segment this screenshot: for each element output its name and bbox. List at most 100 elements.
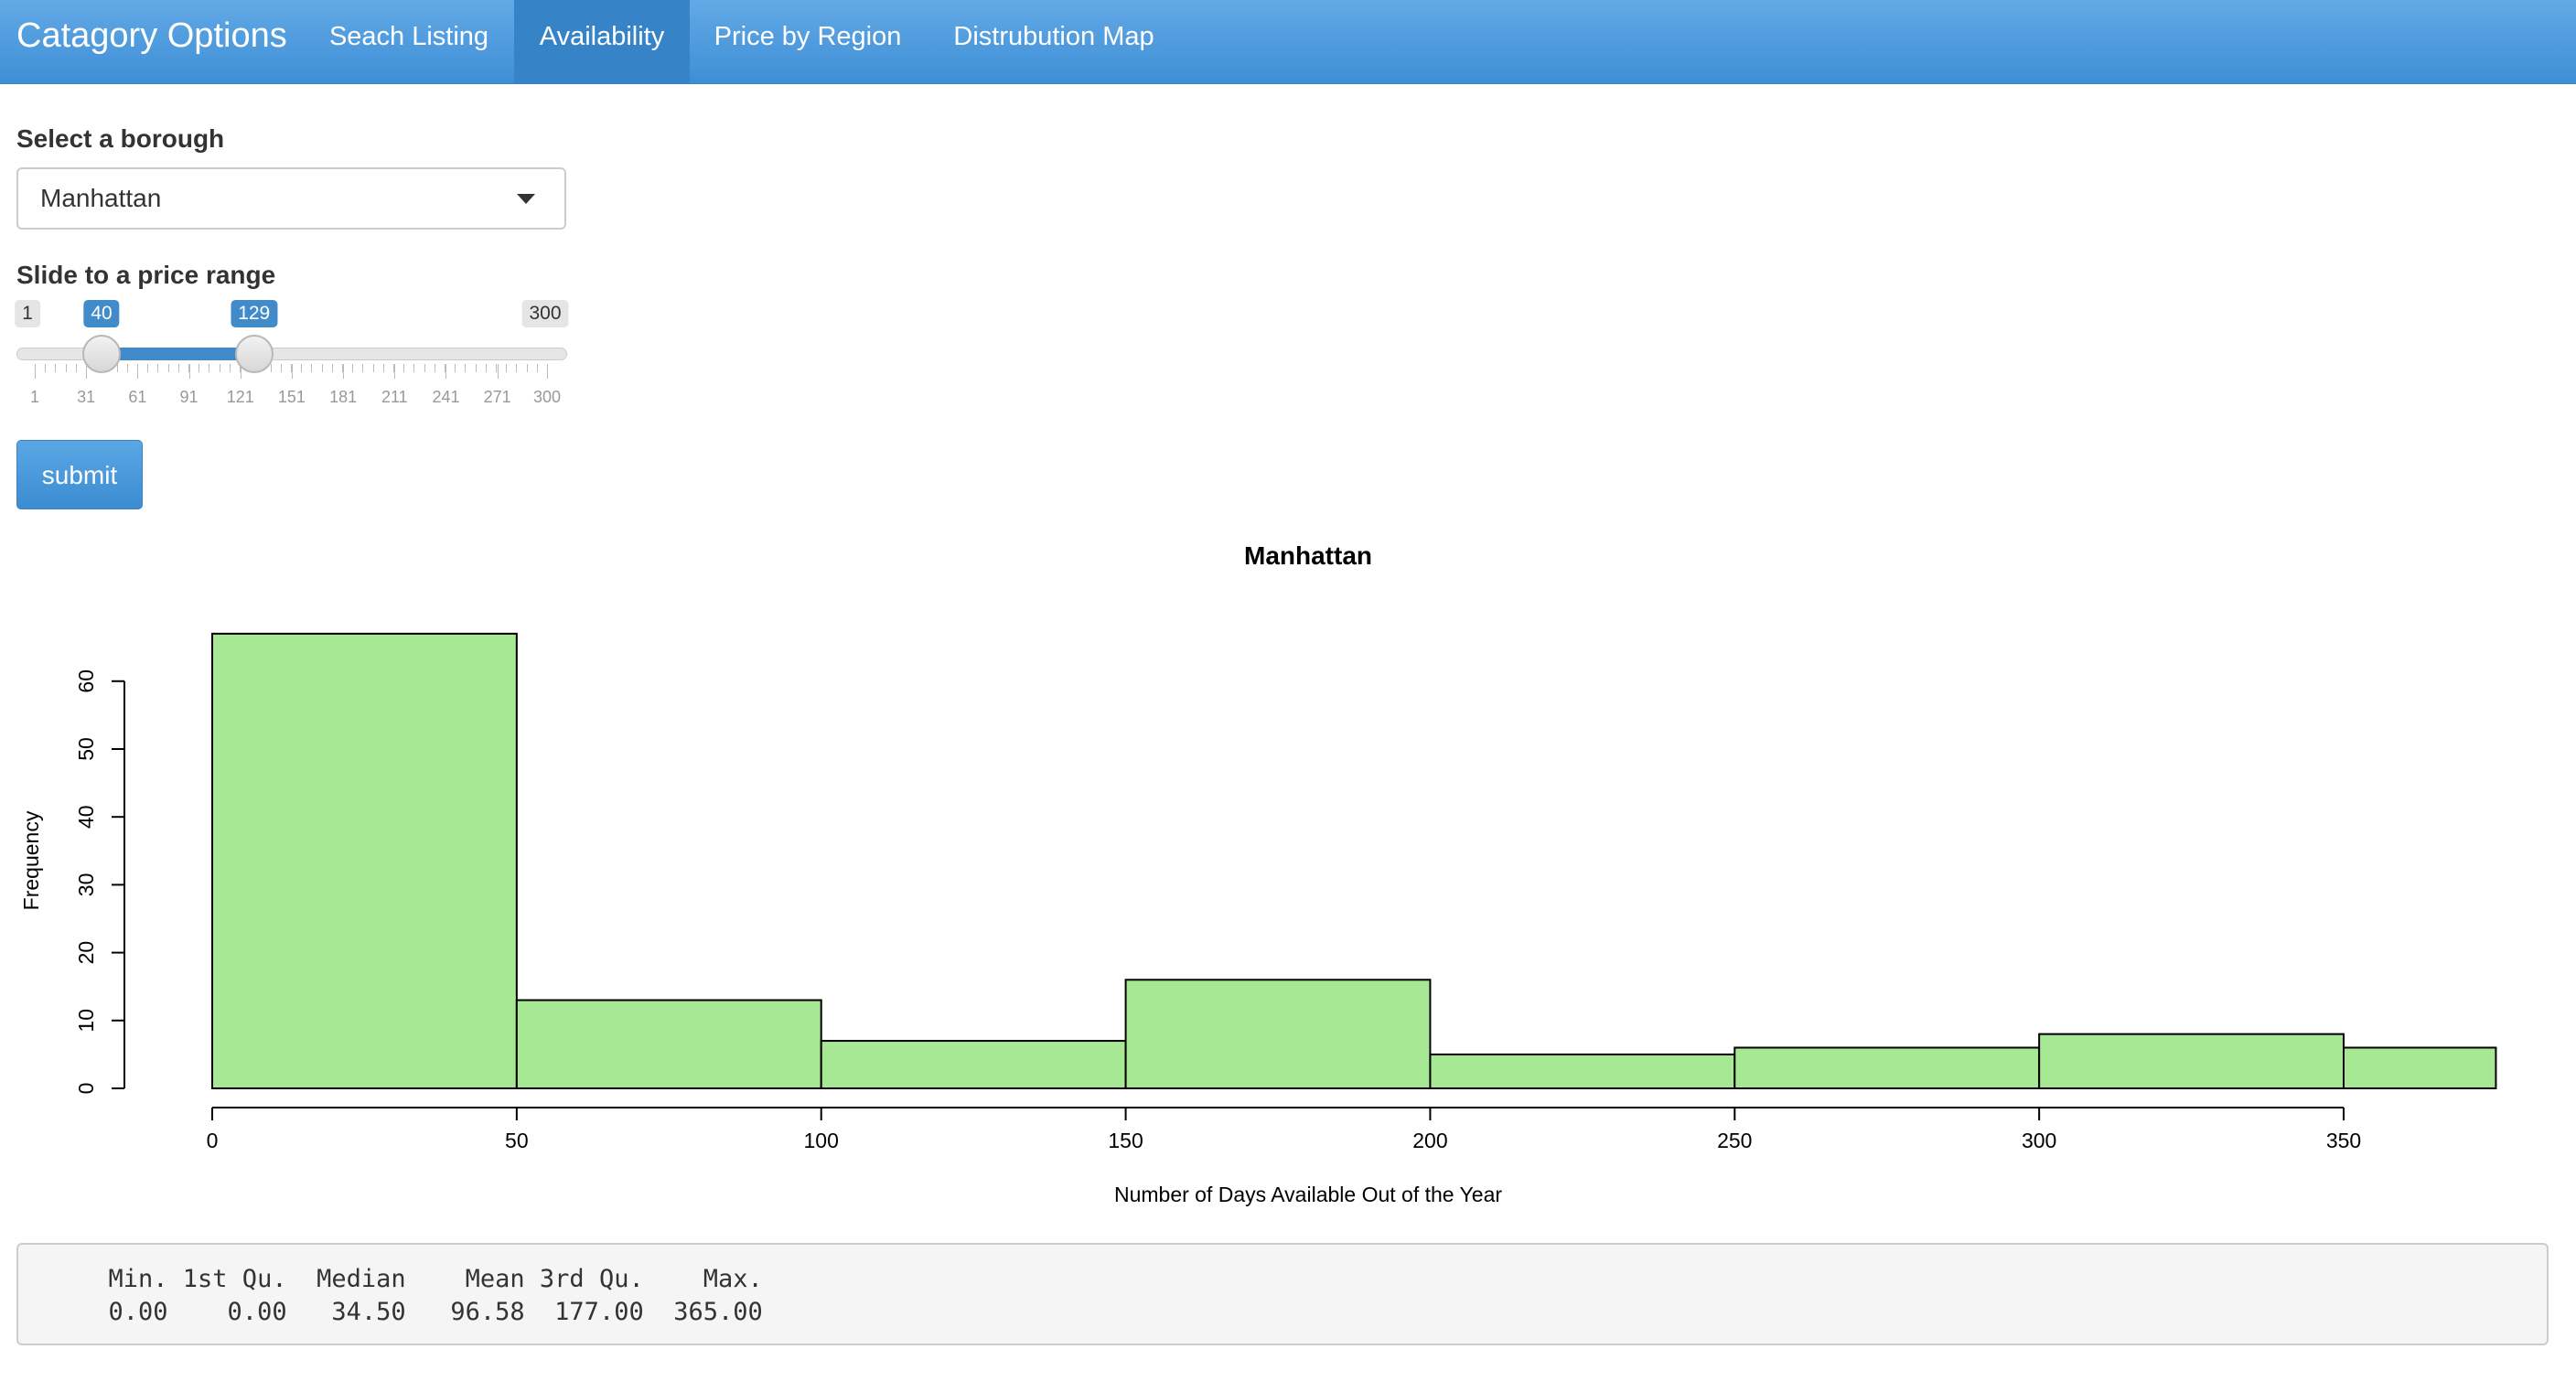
slider-minor-tick: [372, 364, 374, 372]
slider-tick-label: 31: [77, 388, 96, 406]
slider-min-label: 1: [15, 300, 40, 327]
submit-button[interactable]: submit: [16, 440, 143, 509]
availability-histogram: Manhattan Frequency Number of Days Avail…: [19, 541, 2497, 1206]
slider-minor-tick: [403, 364, 405, 372]
x-axis-tick-label: 150: [1108, 1129, 1143, 1152]
slider-tick-label: 241: [432, 388, 460, 406]
y-axis-tick-label: 0: [74, 1083, 98, 1095]
slider-minor-tick: [55, 364, 57, 372]
y-axis-tick-label: 40: [74, 805, 98, 829]
slider-minor-tick: [75, 364, 77, 372]
slider-tick-label: 121: [226, 388, 254, 406]
histogram-bar: [1429, 1053, 1736, 1090]
slider-major-tick: [35, 364, 36, 379]
tab-availability[interactable]: Availability: [514, 0, 690, 84]
chart-x-axis: 0 50 100 150 200 250 300 350: [207, 1107, 2361, 1152]
slider-minor-tick: [147, 364, 149, 372]
slider-major-tick: [445, 364, 447, 379]
slider-minor-tick: [229, 364, 231, 372]
slider-handle-from[interactable]: [82, 335, 122, 373]
slider-major-tick: [137, 364, 139, 379]
slider-minor-tick: [362, 364, 364, 372]
histogram-bar: [515, 999, 822, 1089]
slider-minor-tick: [177, 364, 179, 372]
histogram-bar: [2038, 1033, 2345, 1090]
slider-minor-tick: [126, 364, 128, 372]
chevron-down-icon: [517, 194, 535, 204]
slider-minor-tick: [270, 364, 272, 372]
y-axis-tick-label: 20: [74, 941, 98, 965]
slider-tick-label: 271: [483, 388, 511, 406]
slider-minor-tick: [516, 364, 518, 372]
slider-minor-tick: [157, 364, 159, 372]
slider-minor-tick: [475, 364, 477, 372]
slider-tick-label: 61: [128, 388, 147, 406]
y-axis-tick-label: 10: [74, 1009, 98, 1033]
x-axis-tick-label: 50: [505, 1129, 529, 1152]
slider-selected-range: [102, 348, 254, 360]
navbar-brand[interactable]: Catagory Options: [16, 0, 287, 84]
slider-major-tick: [343, 364, 345, 379]
slider-minor-tick: [506, 364, 508, 372]
histogram-bar: [1124, 979, 1432, 1089]
x-axis-tick-label: 200: [1412, 1129, 1447, 1152]
summary-output: Min. 1st Qu. Median Mean 3rd Qu. Max. 0.…: [16, 1243, 2549, 1345]
histogram-bar: [1733, 1046, 2041, 1089]
borough-select[interactable]: Manhattan: [16, 167, 566, 230]
x-axis-tick-label: 250: [1717, 1129, 1752, 1152]
slider-handle-to[interactable]: [234, 335, 274, 373]
slider-minor-tick: [321, 364, 323, 372]
chart-title: Manhattan: [1244, 541, 1372, 570]
slider-minor-tick: [413, 364, 415, 372]
histogram-bars: [211, 632, 2497, 1090]
price-range-slider[interactable]: 1 300 40 129 1 31 61 91 121 151 181 211 241 271 30…: [15, 300, 569, 410]
slider-minor-tick: [45, 364, 47, 372]
slider-minor-tick: [352, 364, 354, 372]
slider-minor-tick: [455, 364, 456, 372]
slider-major-tick: [188, 364, 190, 379]
slider-tick-label: 211: [381, 388, 408, 406]
navbar: Catagory Options Seach Listing Availabil…: [0, 0, 2576, 84]
slider-major-tick: [497, 364, 499, 379]
chart-x-axis-label: Number of Days Available Out of the Year: [1114, 1183, 1502, 1206]
slider-minor-tick: [65, 364, 67, 372]
summary-header: Min. 1st Qu. Median Mean 3rd Qu. Max.: [79, 1265, 778, 1293]
borough-label: Select a borough: [16, 124, 225, 153]
slider-minor-tick: [331, 364, 333, 372]
slider-max-label: 300: [521, 300, 569, 327]
slider-tick-label: 181: [329, 388, 358, 406]
histogram-bar: [2343, 1046, 2497, 1089]
slider-minor-tick: [465, 364, 467, 372]
slider-minor-tick: [167, 364, 169, 372]
slider-minor-tick: [424, 364, 425, 372]
slider-minor-tick: [301, 364, 303, 372]
slider-major-tick: [394, 364, 396, 379]
x-axis-tick-label: 0: [207, 1129, 219, 1152]
chart-y-axis: 0 10 20 30 40 50 60: [74, 669, 125, 1095]
tab-search-listing[interactable]: Seach Listing: [307, 0, 510, 84]
y-axis-tick-label: 60: [74, 669, 98, 693]
slider-major-tick: [291, 364, 293, 379]
y-axis-tick-label: 50: [74, 737, 98, 761]
summary-values: 0.00 0.00 34.50 96.58 177.00 365.00: [79, 1298, 778, 1326]
slider-minor-tick: [485, 364, 487, 372]
histogram-bar: [820, 1040, 1127, 1089]
histogram-bar: [211, 632, 518, 1090]
slider-tick-label: 91: [179, 388, 199, 406]
slider-tick-label: 1: [29, 388, 40, 406]
price-range-label: Slide to a price range: [16, 261, 276, 289]
y-axis-tick-label: 30: [74, 873, 98, 897]
slider-minor-tick: [280, 364, 282, 372]
slider-tick-label: 151: [277, 388, 306, 406]
x-axis-tick-label: 100: [804, 1129, 839, 1152]
slider-minor-tick: [536, 364, 538, 372]
slider-from-value: 40: [83, 300, 120, 327]
x-axis-tick-label: 300: [2022, 1129, 2056, 1152]
tab-distribution-map[interactable]: Distrubution Map: [926, 0, 1182, 84]
slider-tick-label: 300: [532, 388, 562, 406]
borough-select-value: Manhattan: [40, 184, 162, 212]
slider-minor-tick: [382, 364, 384, 372]
slider-minor-tick: [526, 364, 528, 372]
tab-price-by-region[interactable]: Price by Region: [690, 0, 926, 84]
slider-to-value: 129: [231, 300, 278, 327]
